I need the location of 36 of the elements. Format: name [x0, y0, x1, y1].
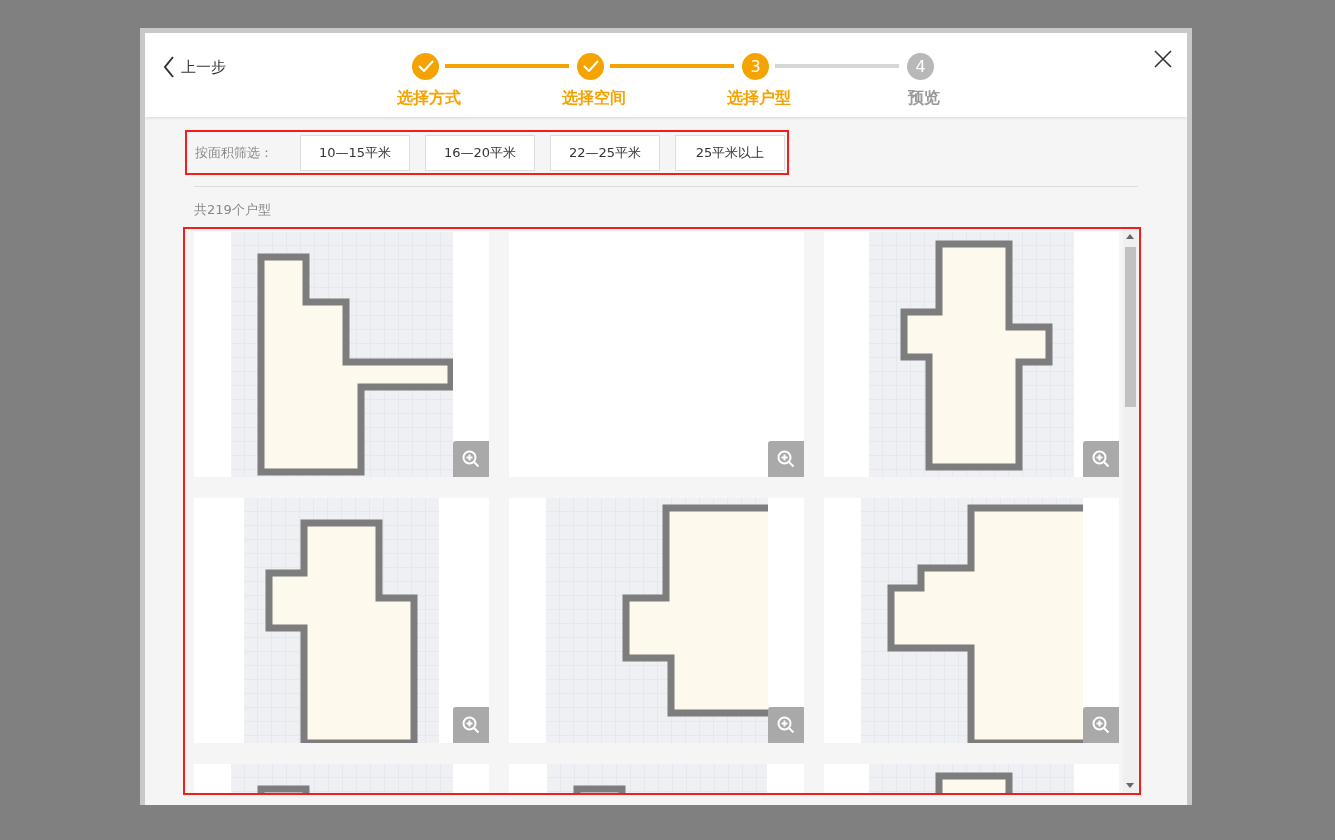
zoom-in-icon [1092, 450, 1110, 468]
zoom-in-button[interactable] [768, 707, 804, 743]
step-number: 3 [742, 52, 769, 80]
area-filter-button[interactable]: 25平米以上 [675, 134, 785, 171]
zoom-in-button[interactable] [453, 441, 489, 477]
zoom-in-button[interactable] [1083, 707, 1119, 743]
scroll-down-icon[interactable] [1126, 783, 1134, 789]
back-button[interactable]: 上一步 [163, 55, 226, 79]
plan-card[interactable] [194, 498, 489, 743]
plan-card[interactable] [824, 232, 1119, 477]
plan-count: 共219个户型 [194, 201, 271, 219]
chevron-left-icon [163, 56, 175, 78]
plan-card[interactable] [509, 498, 804, 743]
scrollbar[interactable] [1123, 229, 1138, 793]
area-filter-button[interactable]: 22—25平米 [550, 134, 660, 171]
plan-card[interactable] [194, 232, 489, 477]
area-filter-button[interactable]: 10—15平米 [300, 134, 410, 171]
area-filter-button[interactable]: 16—20平米 [425, 134, 535, 171]
step-number: 4 [907, 52, 934, 80]
filter-label: 按面积筛选： [195, 143, 273, 162]
close-button[interactable] [1153, 49, 1173, 69]
zoom-in-icon [462, 716, 480, 734]
step-label: 选择户型 [726, 88, 792, 109]
zoom-in-icon [462, 450, 480, 468]
plan-card[interactable] [824, 498, 1119, 743]
scroll-thumb[interactable] [1125, 247, 1136, 407]
zoom-in-button[interactable] [768, 441, 804, 477]
step-label: 选择方式 [396, 88, 462, 109]
step-label: 预览 [906, 88, 941, 109]
zoom-in-button[interactable] [1083, 441, 1119, 477]
zoom-in-icon [1092, 716, 1110, 734]
zoom-in-button[interactable] [453, 707, 489, 743]
scroll-up-icon[interactable] [1126, 233, 1134, 239]
zoom-in-icon [777, 450, 795, 468]
zoom-in-icon [777, 716, 795, 734]
step-label: 选择空间 [561, 88, 627, 109]
